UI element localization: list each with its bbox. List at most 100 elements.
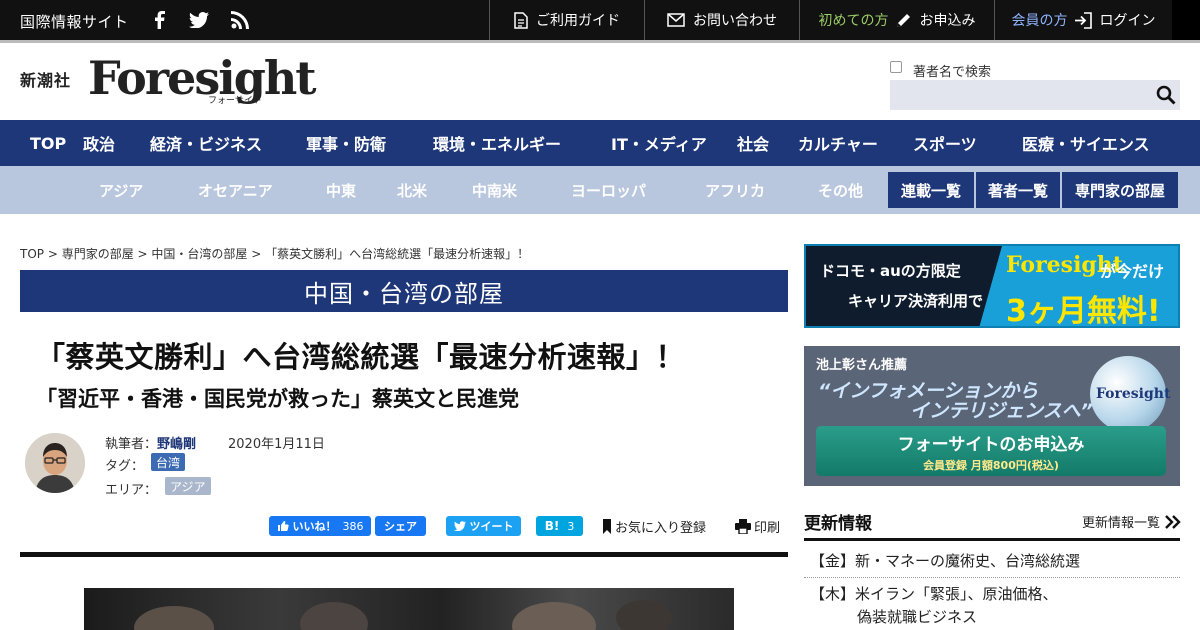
- like-label: いいね！: [292, 520, 337, 533]
- region-middle-east[interactable]: 中東: [326, 166, 356, 214]
- foresight-logo[interactable]: Foresight: [88, 51, 317, 105]
- facebook-like-button[interactable]: いいね！ 386: [269, 516, 371, 536]
- region-nav: アジア オセアニア 中東 北米 中南米 ヨーロッパ アフリカ その他 連載一覧 …: [0, 166, 1200, 214]
- nav-society[interactable]: 社会: [737, 120, 769, 166]
- update-text: 新・マネーの魔術史、台湾総統選: [855, 552, 1081, 570]
- update-item-continued[interactable]: 偽装就職ビジネス: [857, 605, 977, 629]
- region-latin-america[interactable]: 中南米: [472, 166, 517, 214]
- print-label: 印刷: [754, 521, 781, 536]
- subscription-ad: 池上彰さん推薦 “インフォメーションから インテリジェンスへ” Foresigh…: [804, 346, 1180, 486]
- tweet-label: ツイート: [469, 520, 514, 533]
- region-asia[interactable]: アジア: [99, 166, 143, 214]
- region-other[interactable]: その他: [818, 166, 863, 214]
- print-button[interactable]: 印刷: [735, 517, 780, 536]
- update-day: 【木】: [810, 585, 856, 603]
- subscribe-price: 会員登録 月額800円(税込): [923, 458, 1059, 472]
- nav-economy[interactable]: 経済・ビジネス: [150, 120, 262, 166]
- login-icon: [1074, 11, 1092, 29]
- like-count: 386: [342, 519, 364, 533]
- region-oceania[interactable]: オセアニア: [198, 166, 273, 214]
- hatena-icon: B!: [544, 519, 560, 533]
- facebook-share-button[interactable]: シェア: [375, 516, 426, 536]
- tag-label: タグ：: [105, 459, 145, 474]
- double-chevron-right-icon: [1165, 514, 1181, 529]
- nav-politics[interactable]: 政治: [83, 120, 115, 166]
- pencil-icon: [896, 13, 910, 27]
- print-icon: [735, 519, 751, 534]
- twitter-icon[interactable]: [188, 9, 210, 31]
- author-list-button[interactable]: 著者一覧: [976, 172, 1060, 208]
- bookmark-icon: [603, 519, 611, 534]
- contact-link[interactable]: お問い合わせ: [644, 0, 799, 40]
- tag-taiwan[interactable]: 台湾: [151, 453, 186, 471]
- top-bar: 国際情報サイト ご利用ガイド お問い合わせ 初めての方 お申込み 会員の方 ログ…: [0, 0, 1200, 40]
- nav-culture[interactable]: カルチャー: [798, 120, 878, 166]
- search-input[interactable]: [890, 80, 1180, 110]
- login-link[interactable]: 会員の方 ログイン: [994, 0, 1172, 40]
- quote-line-2: インテリジェンスへ”: [910, 400, 1093, 422]
- article-divider: [20, 552, 788, 557]
- updates-title: 更新情報: [804, 514, 872, 534]
- nav-environment[interactable]: 環境・エネルギー: [433, 120, 561, 166]
- nav-it-media[interactable]: IT・メディア: [611, 120, 707, 166]
- region-africa[interactable]: アフリカ: [705, 166, 765, 214]
- nav-top[interactable]: TOP: [30, 120, 66, 166]
- update-separator: [804, 577, 1180, 578]
- ad-offer: 3ヶ月無料!: [1006, 294, 1161, 328]
- updates-more-link[interactable]: 更新情報一覧: [1082, 512, 1181, 531]
- experts-room-button[interactable]: 専門家の部屋: [1062, 172, 1178, 208]
- logo-subtitle: フォーサイト: [208, 96, 262, 106]
- article-photo: [84, 588, 734, 630]
- member-label: 会員の方: [1011, 13, 1068, 29]
- hatena-bookmark-button[interactable]: B! 3: [536, 516, 583, 536]
- publisher-name: 新潮社: [20, 71, 72, 90]
- breadcrumb[interactable]: TOP > 専門家の部屋 > 中国・台湾の部屋 > 「蔡英文勝利」へ台湾総統選「…: [20, 245, 529, 262]
- thumbs-up-icon: [277, 521, 289, 531]
- globe-logo: Foresight: [1096, 386, 1171, 402]
- update-item[interactable]: 【木】米イラン「緊張」、原油価格、: [810, 582, 1058, 606]
- update-item[interactable]: 【金】新・マネーの魔術史、台湾総統選: [810, 549, 1080, 573]
- search-icon[interactable]: [1156, 85, 1176, 105]
- ad-line-carrier: ドコモ・auの方限定: [820, 262, 961, 280]
- twitter-icon: [453, 521, 466, 531]
- room-banner[interactable]: 中国・台湾の部屋: [20, 270, 788, 312]
- first-time-label: 初めての方: [818, 13, 889, 29]
- nav-military[interactable]: 軍事・防衛: [306, 120, 386, 166]
- region-north-america[interactable]: 北米: [397, 166, 427, 214]
- author-link[interactable]: 野嶋剛: [157, 437, 196, 452]
- hatena-count: 3: [567, 519, 575, 533]
- author-avatar[interactable]: [25, 433, 85, 493]
- mail-icon: [667, 13, 685, 27]
- region-europe[interactable]: ヨーロッパ: [571, 166, 646, 214]
- subscribe-label: フォーサイトのお申込み: [897, 434, 1085, 455]
- updates-divider: [804, 538, 1180, 541]
- facebook-icon[interactable]: [148, 9, 170, 31]
- nav-sports[interactable]: スポーツ: [913, 120, 977, 166]
- apply-link[interactable]: 初めての方 お申込み: [799, 0, 994, 40]
- login-label: ログイン: [1099, 13, 1156, 29]
- carrier-billing-ad[interactable]: ドコモ・auの方限定 キャリア決済利用で Foresight が今だけ 3ヶ月無…: [804, 244, 1180, 328]
- guide-label: ご利用ガイド: [536, 13, 620, 29]
- author-search-label: 著者名で検索: [913, 65, 992, 80]
- rss-icon[interactable]: [229, 9, 251, 31]
- favorite-label: お気に入り登録: [615, 521, 707, 536]
- nav-medical-science[interactable]: 医療・サイエンス: [1022, 120, 1150, 166]
- author-search-checkbox[interactable]: [890, 61, 902, 73]
- subscribe-button[interactable]: フォーサイトのお申込み 会員登録 月額800円(税込): [816, 426, 1166, 476]
- site-name: 国際情報サイト: [20, 13, 129, 31]
- area-label: エリア：: [105, 483, 158, 498]
- contact-label: お問い合わせ: [693, 13, 777, 29]
- author-line: 執筆者：野嶋剛: [105, 433, 196, 452]
- update-day: 【金】: [810, 552, 856, 570]
- article-title: 「蔡英文勝利」へ台湾総統選「最速分析速報」！: [36, 340, 686, 374]
- document-icon: [514, 11, 528, 29]
- site-header: 新潮社 Foresight フォーサイト 著者名で検索: [0, 43, 1200, 120]
- favorite-button[interactable]: お気に入り登録: [602, 517, 706, 536]
- tweet-button[interactable]: ツイート: [446, 516, 521, 536]
- area-asia[interactable]: アジア: [165, 477, 211, 495]
- series-list-button[interactable]: 連載一覧: [888, 172, 974, 208]
- guide-link[interactable]: ご利用ガイド: [489, 0, 644, 40]
- publish-date: 2020年1月11日: [228, 437, 325, 452]
- main-nav: TOP 政治 経済・ビジネス 軍事・防衛 環境・エネルギー IT・メディア 社会…: [0, 120, 1200, 166]
- updates-more-label: 更新情報一覧: [1082, 516, 1161, 531]
